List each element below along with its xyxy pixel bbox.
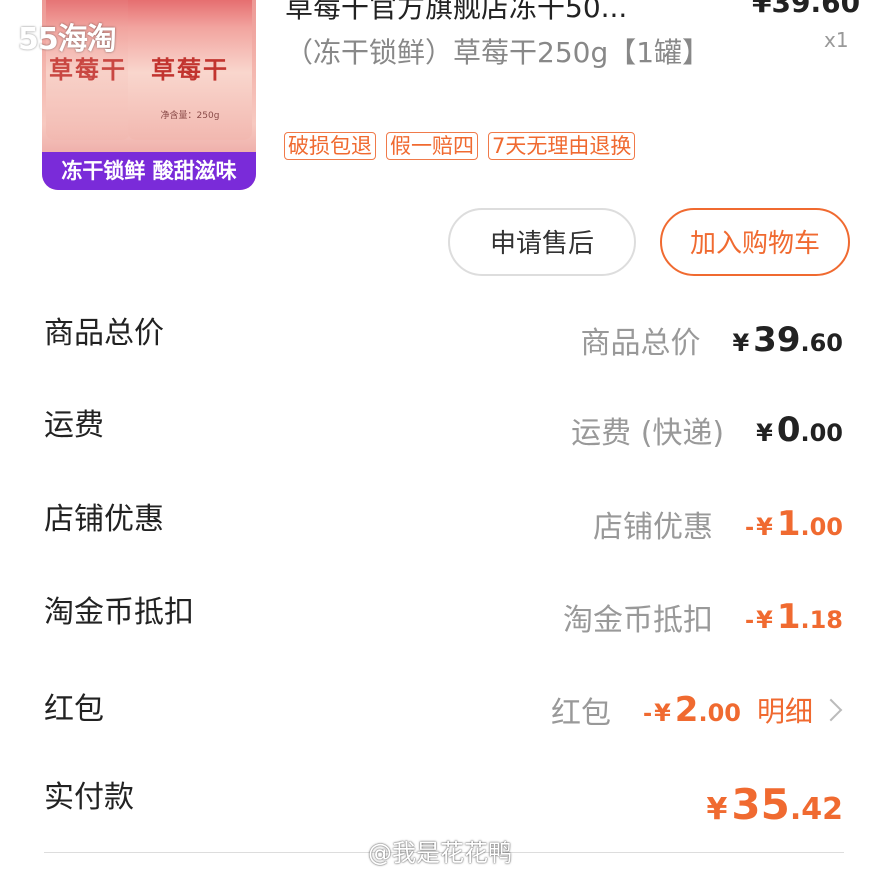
currency-symbol: ¥ [756,513,773,541]
order-detail-page: 草莓干 草莓干 净含量：250g 冻干锁鲜 酸甜滋味 55海淘 草莓干官方旗舰店… [0,0,887,888]
shipping-sublabel: 运费 (快递) [571,416,725,451]
row-coin-deduction: 淘金币抵扣 淘金币抵扣 - ¥ 1 .18 [0,583,887,643]
amount-integer: 2 [674,690,699,730]
red-packet-amount: - ¥ 2 .00 [643,690,741,730]
shipping-amount: ¥ 0 .00 [756,410,843,450]
amount-decimal: .60 [800,329,843,357]
goods-total-sublabel: 商品总价 [580,326,701,361]
site-watermark-logo: 55海淘 [18,22,117,57]
tag-seven-day-return: 7天无理由退换 [488,132,636,160]
coin-deduction-sublabel: 淘金币抵扣 [562,603,713,638]
amount-decimal: .00 [800,419,843,447]
amount-decimal: .42 [789,791,843,827]
amount-decimal: .00 [800,513,843,541]
chevron-right-icon[interactable] [819,698,843,722]
row-paid-total: 实付款 ¥ 35 .42 [0,768,887,829]
currency-symbol: ¥ [654,699,671,727]
paid-total-amount: ¥ 35 .42 [707,780,843,829]
user-watermark: @我是花花鸭 [368,839,512,867]
red-packet-label: 红包 [44,692,104,727]
amount-decimal: .18 [800,606,843,634]
shop-discount-label: 店铺优惠 [44,502,164,537]
shipping-label: 运费 [44,408,104,443]
coin-deduction-amount: - ¥ 1 .18 [745,597,843,637]
service-tags: 破损包退 假一赔四 7天无理由退换 [284,132,636,160]
amount-integer: 35 [731,779,790,829]
product-unit-price: ¥39.60 [752,0,861,19]
amount-decimal: .00 [698,699,741,727]
currency-symbol: ¥ [756,419,773,447]
row-red-packet[interactable]: 红包 红包 - ¥ 2 .00 明细 [0,680,887,740]
coin-deduction-label: 淘金币抵扣 [44,595,194,630]
amount-integer: 1 [776,504,801,544]
product-spec: （冻干锁鲜）草莓干250g【1罐】 [285,36,711,69]
minus-sign: - [642,702,653,727]
jar-net-weight: 净含量：250g [160,111,220,121]
amount-integer: 39 [753,320,801,360]
jar-image-front: 草莓干 净含量：250g [128,0,252,140]
red-packet-detail-link[interactable]: 明细 [757,690,813,730]
row-shipping: 运费 运费 (快递) ¥ 0 .00 [0,396,887,456]
add-to-cart-button[interactable]: 加入购物车 [660,208,850,276]
minus-sign: - [744,609,755,634]
currency-symbol: ¥ [756,606,773,634]
row-shop-discount: 店铺优惠 店铺优惠 - ¥ 1 .00 [0,490,887,550]
product-image-banner: 冻干锁鲜 酸甜滋味 [42,152,256,190]
row-goods-total: 商品总价 商品总价 ¥ 39 .60 [0,304,887,364]
after-sale-button[interactable]: 申请售后 [448,208,636,276]
product-quantity: x1 [824,28,849,52]
product-title[interactable]: 草莓干官方旗舰店冻干50... [285,0,715,26]
red-packet-sublabel: 红包 [550,696,611,731]
currency-symbol: ¥ [706,791,728,827]
amount-integer: 0 [776,410,801,450]
shop-discount-amount: - ¥ 1 .00 [745,504,843,544]
tag-fake-compensation: 假一赔四 [386,132,478,160]
paid-total-label: 实付款 [44,780,134,815]
shop-discount-sublabel: 店铺优惠 [592,510,713,545]
tag-damage-return: 破损包退 [284,132,376,160]
goods-total-amount: ¥ 39 .60 [732,320,843,360]
goods-total-label: 商品总价 [44,316,164,351]
amount-integer: 1 [776,597,801,637]
currency-symbol: ¥ [732,329,750,357]
minus-sign: - [744,516,755,541]
jar-label-front: 草莓干 [151,56,229,84]
